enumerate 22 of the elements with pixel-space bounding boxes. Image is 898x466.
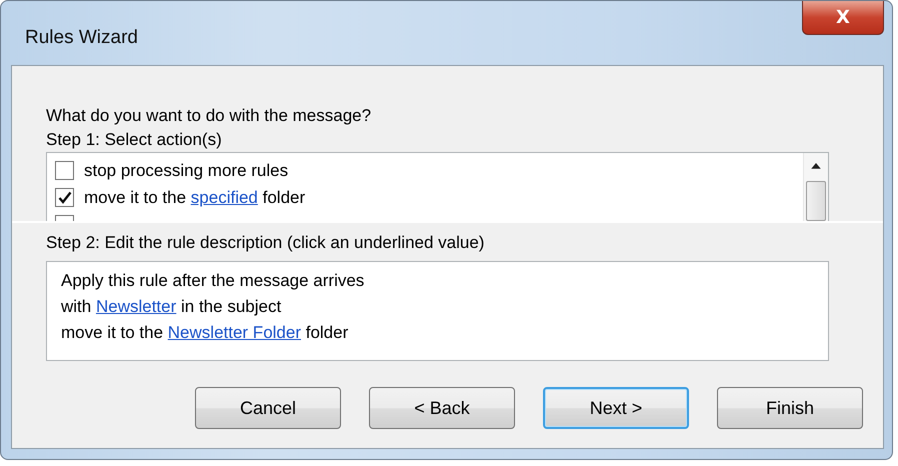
scroll-up-icon[interactable] [811, 163, 821, 169]
window-title: Rules Wizard [25, 27, 138, 49]
question-text: What do you want to do with the message? [46, 105, 372, 127]
link[interactable]: Newsletter Folder [168, 323, 301, 342]
action-label[interactable]: move it to the specified folder [84, 188, 306, 208]
scrollbar[interactable] [803, 153, 828, 221]
wizard-button[interactable]: Next > [543, 387, 689, 429]
link[interactable]: specified [190, 188, 258, 206]
action-label[interactable]: stop processing more rules [84, 160, 288, 180]
wizard-button[interactable]: Finish [717, 387, 863, 429]
scroll-thumb[interactable] [806, 180, 826, 221]
step-label: Step 2: Edit the rule description (click an underlined value) [46, 232, 486, 254]
checkbox[interactable] [55, 161, 74, 180]
description-line: Apply this rule after the message arrives [61, 271, 364, 290]
wizard-button[interactable]: Cancel [195, 387, 341, 429]
step-label: Step 1: Select action(s) [46, 129, 223, 151]
link[interactable]: Newsletter [96, 297, 176, 316]
checkbox[interactable] [55, 188, 74, 207]
close-button[interactable]: X [802, 1, 884, 35]
description-line: move it to the Newsletter Folder folder [61, 323, 348, 342]
description-line: with Newsletter in the subject [61, 297, 282, 316]
wizard-button[interactable]: < Back [369, 387, 515, 429]
